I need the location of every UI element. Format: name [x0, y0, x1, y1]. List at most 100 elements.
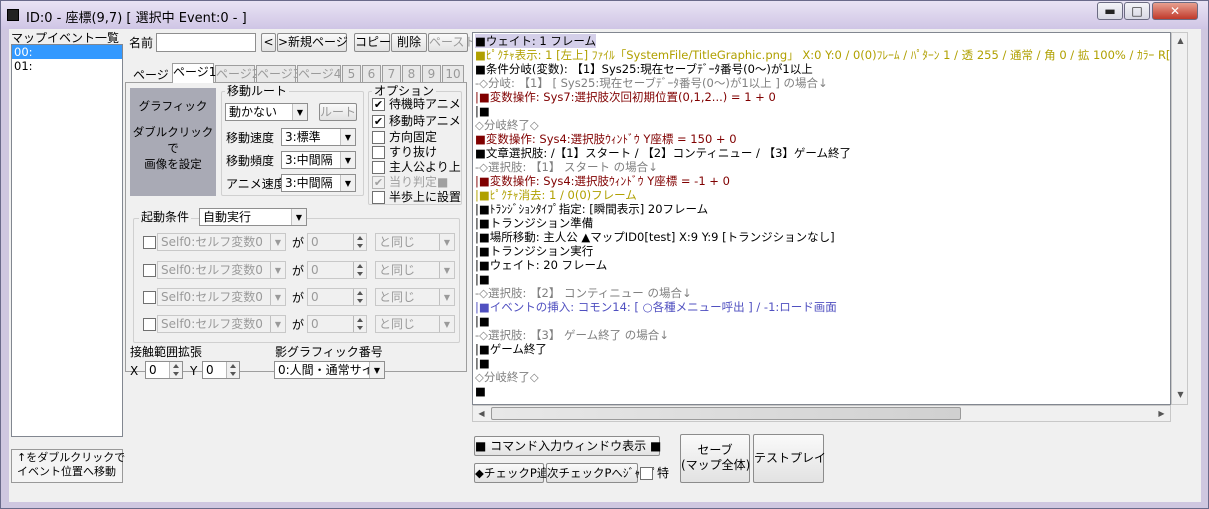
condition-var-select[interactable]: Self0:セルフ変数0 ▼	[157, 233, 286, 251]
next-checkpoint-button[interactable]: 次チェックPへｼﾞｬﾝﾌﾟ	[546, 463, 657, 483]
condition-compare-select[interactable]: と同じ ▼	[375, 288, 455, 306]
command-window-button[interactable]: ■ コマンド入力ウィンドウ表示 ■	[474, 436, 661, 456]
option-checkbox[interactable]	[372, 131, 385, 144]
condition-value-stepper[interactable]: 0	[307, 233, 367, 251]
command-line[interactable]: |■変数操作: Sys4:選択肢ｳｨﾝﾄﾞｳ Y座標 = -1 + 0	[475, 174, 730, 188]
paste-button[interactable]: ペースト	[428, 33, 476, 52]
command-line[interactable]: |■イベントの挿入: コモン14: [ ○各種メニュー呼出 ] / -1:ロード…	[475, 300, 837, 314]
command-line[interactable]: |■ﾋﾟｸﾁｬ消去: 1 / 0(0)フレーム	[475, 188, 637, 202]
condition-compare-select[interactable]: と同じ ▼	[375, 315, 455, 333]
option-checkbox[interactable]	[372, 146, 385, 159]
command-line[interactable]: |■	[475, 272, 490, 286]
name-input[interactable]	[156, 33, 256, 52]
checkpoint-add-button[interactable]: ◆チェックP追加	[474, 463, 560, 483]
condition-var-select[interactable]: Self0:セルフ変数0 ▼	[157, 261, 286, 279]
command-line[interactable]: |■トランジション準備	[475, 216, 593, 230]
command-line[interactable]: ■変数操作: Sys4:選択肢ｳｨﾝﾄﾞｳ Y座標 = 150 + 0	[475, 132, 737, 146]
shadow-select[interactable]: 0:人間・通常サイズ ▼	[274, 361, 385, 379]
scroll-down-icon[interactable]: ▼	[1172, 387, 1189, 404]
map-event-list[interactable]: 00: 01:	[11, 44, 123, 437]
graphic-preview[interactable]: グラフィック ダブルクリックで 画像を設定	[130, 88, 216, 196]
scroll-right-icon[interactable]: ▶	[1153, 406, 1170, 423]
condition-checkbox[interactable]	[143, 236, 156, 249]
option-checkbox[interactable]: ✔	[372, 98, 385, 111]
command-line[interactable]: |■	[475, 314, 490, 328]
event-command-list[interactable]: ■ウェイト: 1 フレーム ■ﾋﾟｸﾁｬ表示: 1 [左上] ﾌｧｲﾙ「Syste…	[472, 32, 1171, 405]
contact-x-stepper[interactable]: 0	[145, 361, 183, 379]
close-button[interactable]: ✕	[1152, 2, 1198, 20]
move-speed-select[interactable]: 3:標準 ▼	[281, 128, 356, 146]
command-line[interactable]: ◇分岐終了◇	[475, 370, 539, 384]
command-line[interactable]: |■	[475, 104, 490, 118]
condition-value-stepper[interactable]: 0	[307, 288, 367, 306]
move-type-select[interactable]: 動かない ▼	[225, 103, 308, 121]
tab-page-7[interactable]: 7	[382, 65, 401, 82]
spin-arrows-icon[interactable]	[353, 262, 366, 278]
command-line[interactable]: |■変数操作: Sys7:選択肢次回初期位置(0,1,2...) = 1 + 0	[475, 90, 776, 104]
spin-arrows-icon[interactable]	[226, 362, 239, 378]
command-line[interactable]: ■ﾋﾟｸﾁｬ表示: 1 [左上] ﾌｧｲﾙ「SystemFile/TitleGr…	[475, 48, 1170, 62]
save-button[interactable]: セーブ (マップ全体)	[680, 434, 750, 483]
contact-y-stepper[interactable]: 0	[202, 361, 240, 379]
scroll-left-icon[interactable]: ◀	[473, 406, 490, 423]
maximize-button[interactable]: □	[1124, 2, 1150, 20]
command-line[interactable]: ◇分岐終了◇	[475, 118, 539, 132]
condition-checkbox[interactable]	[143, 264, 156, 277]
command-line[interactable]: -◇選択肢: 【3】 ゲーム終了 の場合↓	[475, 328, 669, 342]
vertical-scrollbar[interactable]: ▲ ▼	[1171, 32, 1188, 405]
anim-speed-select[interactable]: 3:中間隔 ▼	[281, 174, 356, 192]
command-line[interactable]: ■条件分岐(変数): 【1】Sys25:現在セーブﾃﾞｰﾀ番号(0〜)が1以上	[475, 62, 813, 76]
condition-checkbox[interactable]	[143, 318, 156, 331]
scrollbar-thumb[interactable]	[491, 407, 961, 420]
spin-arrows-icon[interactable]	[353, 289, 366, 305]
minimize-button[interactable]: ▬	[1097, 2, 1123, 20]
copy-button[interactable]: コピー	[354, 33, 391, 52]
list-item[interactable]: 00:	[12, 45, 122, 59]
tab-page-4[interactable]: ページ4	[297, 65, 341, 82]
tab-page-1[interactable]: ページ1	[172, 63, 216, 83]
command-line[interactable]: -◇分岐: 【1】 [ Sys25:現在セーブﾃﾞｰﾀ番号(0〜)が1以上 ] …	[475, 76, 828, 90]
command-line[interactable]: ■文章選択肢: /【1】スタート / 【2】コンティニュー / 【3】ゲーム終了	[475, 146, 851, 160]
spin-arrows-icon[interactable]	[169, 362, 182, 378]
trigger-select[interactable]: 自動実行 ▼	[199, 208, 307, 226]
horizontal-scrollbar[interactable]: ◀ ▶	[472, 405, 1171, 422]
command-line[interactable]: |■ウェイト: 20 フレーム	[475, 258, 607, 272]
tab-page-8[interactable]: 8	[402, 65, 421, 82]
command-line[interactable]: -◇選択肢: 【2】 コンティニュー の場合↓	[475, 286, 692, 300]
command-line[interactable]: |■場所移動: 主人公 ▲マップID0[test] X:9 Y:9 [トランジシ…	[475, 230, 835, 244]
special-checkbox[interactable]	[640, 467, 653, 480]
option-checkbox[interactable]	[372, 161, 385, 174]
scroll-up-icon[interactable]: ▲	[1172, 33, 1189, 50]
condition-compare-select[interactable]: と同じ ▼	[375, 233, 455, 251]
condition-var-select[interactable]: Self0:セルフ変数0 ▼	[157, 288, 286, 306]
list-item[interactable]: 01:	[12, 59, 122, 73]
spin-arrows-icon[interactable]	[353, 234, 366, 250]
tab-page-2[interactable]: ページ2	[215, 65, 259, 82]
command-line[interactable]: |■ﾄﾗﾝｼﾞｼｮﾝﾀｲﾌﾟ指定: [瞬間表示] 20フレーム	[475, 202, 708, 216]
condition-checkbox[interactable]	[143, 291, 156, 304]
prev-page-button[interactable]: <	[261, 33, 276, 52]
tab-page-5[interactable]: 5	[342, 65, 361, 82]
command-line[interactable]: |■	[475, 356, 490, 370]
command-line[interactable]: |■トランジション実行	[475, 244, 593, 258]
option-checkbox[interactable]: ✔	[372, 115, 385, 128]
move-freq-select[interactable]: 3:中間隔 ▼	[281, 151, 356, 169]
spin-arrows-icon[interactable]	[353, 316, 366, 332]
testplay-button[interactable]: テストプレイ	[753, 434, 826, 483]
command-line[interactable]: ■ウェイト: 1 フレーム	[475, 34, 597, 48]
condition-value-stepper[interactable]: 0	[307, 261, 367, 279]
condition-var-select[interactable]: Self0:セルフ変数0 ▼	[157, 315, 286, 333]
condition-value-stepper[interactable]: 0	[307, 315, 367, 333]
command-line[interactable]: |■ゲーム終了	[475, 342, 547, 356]
condition-compare-select[interactable]: と同じ ▼	[375, 261, 455, 279]
command-line[interactable]: -◇選択肢: 【1】 スタート の場合↓	[475, 160, 658, 174]
new-page-button[interactable]: >新規ページ	[277, 33, 348, 52]
option-checkbox[interactable]: ✔	[372, 176, 385, 189]
command-line[interactable]: ■	[475, 384, 486, 398]
tab-page-6[interactable]: 6	[362, 65, 381, 82]
tab-page-10[interactable]: 10	[442, 65, 464, 82]
delete-button[interactable]: 削除	[391, 33, 427, 52]
tab-page-3[interactable]: ページ3	[256, 65, 300, 82]
option-checkbox[interactable]	[372, 191, 385, 204]
tab-page-9[interactable]: 9	[422, 65, 441, 82]
